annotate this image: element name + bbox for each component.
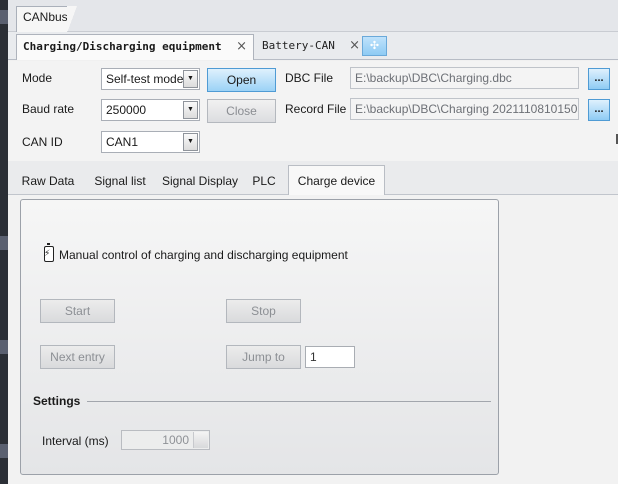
mode-select-value: Self-test mode xyxy=(106,72,184,86)
jump-to-button[interactable]: Jump to xyxy=(226,345,301,369)
window-tab-strip: CANbus xyxy=(8,0,618,33)
can-id-value: CAN1 xyxy=(106,135,139,149)
close-button[interactable]: Close xyxy=(207,99,276,123)
tab-signal-display[interactable]: Signal Display xyxy=(158,166,242,194)
doc-tab-charging[interactable]: Charging/Discharging equipment × xyxy=(16,34,254,60)
dbc-file-label: DBC File xyxy=(285,71,334,85)
tab-charge-device[interactable]: Charge device xyxy=(288,165,385,195)
tab-signal-list[interactable]: Signal list xyxy=(86,166,154,194)
view-tab-strip: Raw Data Signal list Signal Display PLC … xyxy=(8,161,618,195)
close-icon[interactable]: × xyxy=(236,39,247,54)
doc-tab-battery-can[interactable]: Battery-CAN × xyxy=(256,34,366,60)
baud-rate-label: Baud rate xyxy=(22,102,75,116)
manual-control-panel: Manual control of charging and dischargi… xyxy=(20,199,499,475)
left-edge-marker xyxy=(0,236,8,250)
start-button[interactable]: Start xyxy=(40,299,115,323)
left-edge-panel xyxy=(0,0,8,484)
record-file-label: Record File xyxy=(285,102,347,116)
open-button[interactable]: Open xyxy=(207,68,276,92)
can-id-label: CAN ID xyxy=(22,135,63,149)
baud-rate-value: 250000 xyxy=(106,103,147,117)
window-tab-canbus[interactable]: CANbus xyxy=(16,6,77,33)
connection-form: Mode Self-test mode ▼ Open Baud rate 250… xyxy=(8,61,618,161)
next-entry-button[interactable]: Next entry xyxy=(40,345,115,369)
tab-plc[interactable]: PLC xyxy=(248,166,280,194)
chevron-down-icon[interactable]: ▼ xyxy=(183,70,198,88)
settings-divider xyxy=(87,401,491,402)
stepper-arrows-icon[interactable] xyxy=(193,432,208,448)
panel-heading: Manual control of charging and dischargi… xyxy=(59,248,348,262)
jump-to-input[interactable]: 1 xyxy=(305,346,355,368)
mode-label: Mode xyxy=(22,71,53,85)
baud-rate-select[interactable]: 250000 ▼ xyxy=(101,99,200,121)
tab-raw-data[interactable]: Raw Data xyxy=(16,166,80,194)
interval-stepper[interactable]: 1000 xyxy=(121,430,210,450)
interval-value: 1000 xyxy=(162,433,189,447)
left-edge-marker xyxy=(0,10,8,24)
close-icon[interactable]: × xyxy=(349,38,360,53)
interval-label: Interval (ms) xyxy=(42,434,109,448)
record-file-path[interactable]: E:\backup\DBC\Charging 20211108101505.c xyxy=(350,98,579,120)
doc-tab-label: Charging/Discharging equipment xyxy=(23,40,222,53)
browse-dbc-button[interactable]: ... xyxy=(588,68,610,90)
dbc-file-path[interactable]: E:\backup\DBC\Charging.dbc xyxy=(350,67,579,89)
mode-select[interactable]: Self-test mode ▼ xyxy=(101,68,200,90)
settings-label: Settings xyxy=(33,394,81,408)
chevron-down-icon[interactable]: ▼ xyxy=(183,133,198,151)
stop-button[interactable]: Stop xyxy=(226,299,301,323)
left-edge-marker xyxy=(0,444,8,458)
doc-tab-label: Battery-CAN xyxy=(262,39,335,52)
charge-device-content: Manual control of charging and dischargi… xyxy=(8,195,618,484)
add-tab-button[interactable]: ✣ xyxy=(362,36,387,56)
chevron-down-icon[interactable]: ▼ xyxy=(183,101,198,119)
left-edge-marker xyxy=(0,340,8,354)
browse-record-button[interactable]: ... xyxy=(588,99,610,121)
can-id-select[interactable]: CAN1 ▼ xyxy=(101,131,200,153)
battery-charging-icon xyxy=(44,243,54,262)
document-tab-strip: Charging/Discharging equipment × Battery… xyxy=(8,32,618,60)
